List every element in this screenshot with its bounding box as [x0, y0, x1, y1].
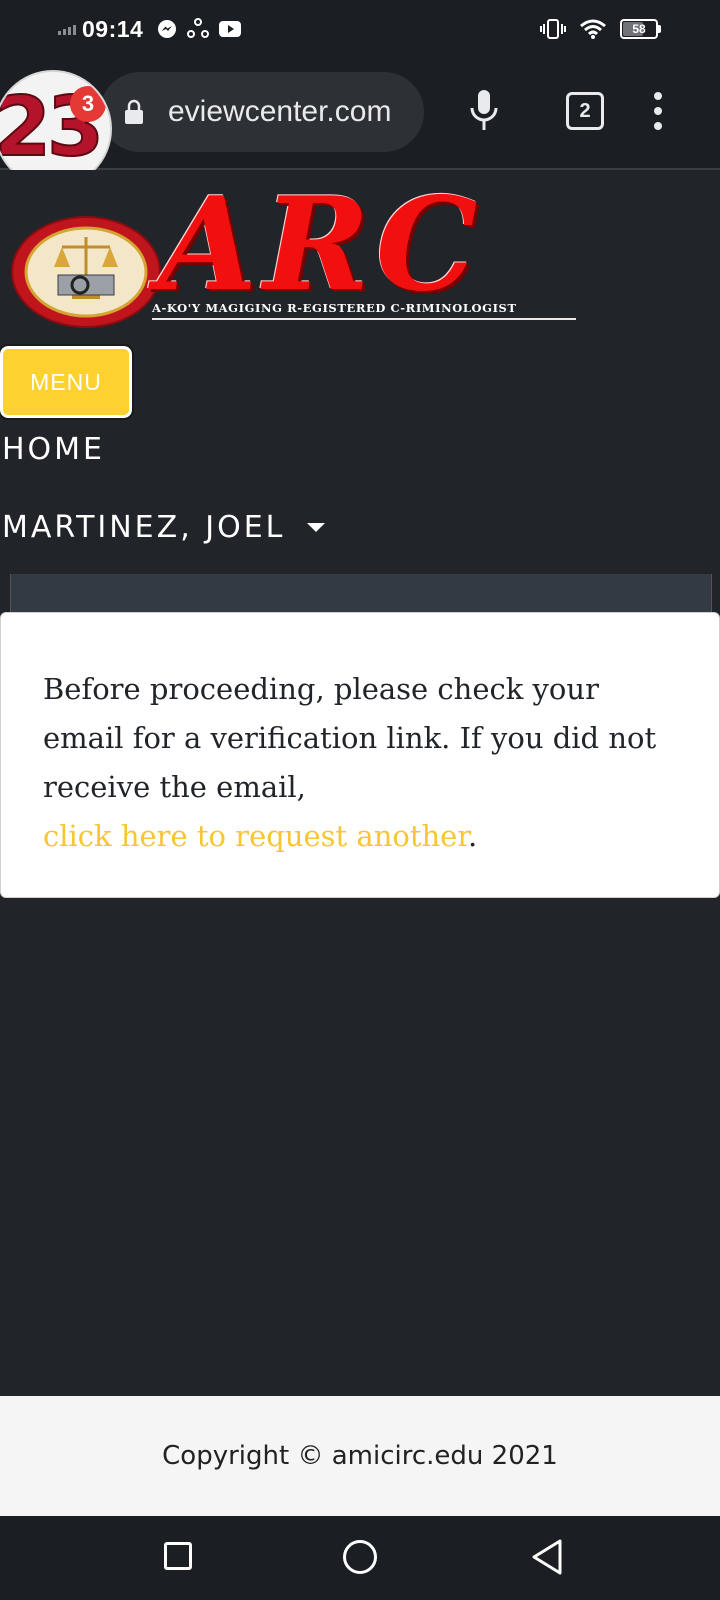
- address-bar[interactable]: eviewcenter.com: [100, 72, 424, 152]
- youtube-icon: [219, 21, 242, 37]
- copyright-text: Copyright © amicirc.edu 2021: [162, 1441, 558, 1471]
- signal-icon: [58, 23, 76, 35]
- tab-switcher-button[interactable]: 2: [566, 92, 604, 130]
- notification-icons: [157, 18, 242, 40]
- url-text: eviewcenter.com: [168, 95, 392, 128]
- caret-down-icon: [307, 523, 326, 532]
- wifi-icon: [580, 19, 606, 39]
- browser-toolbar: eviewcenter.com 23 3 2: [0, 56, 720, 188]
- battery-icon: 58: [620, 19, 661, 39]
- card-body: Before proceeding, please check your ema…: [43, 665, 683, 861]
- status-time: 09:14: [82, 15, 144, 42]
- battery-level: 58: [632, 22, 646, 36]
- status-left: 09:14: [58, 14, 242, 44]
- card-header: [10, 574, 712, 612]
- footer: Copyright © amicirc.edu 2021: [0, 1396, 720, 1516]
- vibrate-icon: [540, 19, 566, 39]
- nav-user-dropdown[interactable]: MARTINEZ, JOEL: [2, 510, 326, 545]
- recent-apps-icon[interactable]: [164, 1542, 192, 1570]
- resend-verification-link[interactable]: click here to request another: [43, 819, 468, 853]
- notification-badge: 3: [70, 86, 106, 122]
- nav-user-label: MARTINEZ, JOEL: [2, 510, 286, 545]
- logo-emblem-icon[interactable]: [10, 215, 162, 329]
- logo-tagline: A-KO'Y MAGIGING R-EGISTERED C-RIMINOLOGI…: [152, 301, 576, 320]
- site-header: ARC A-KO'Y MAGIGING R-EGISTERED C-RIMINO…: [0, 170, 720, 574]
- messenger-icon: [158, 20, 177, 38]
- link-suffix: .: [468, 819, 478, 853]
- android-nav-bar: [0, 1516, 720, 1600]
- lock-icon: [125, 99, 143, 124]
- verification-card: Before proceeding, please check your ema…: [0, 612, 720, 898]
- verification-message: Before proceeding, please check your ema…: [43, 672, 657, 804]
- logo-title[interactable]: ARC: [158, 170, 484, 320]
- back-triangle-icon[interactable]: [530, 1538, 564, 1576]
- menu-button[interactable]: MENU: [0, 344, 134, 420]
- microphone-icon[interactable]: [470, 90, 498, 132]
- status-right: 58: [540, 14, 661, 44]
- sync-icon: [187, 18, 210, 38]
- nav-home-link[interactable]: HOME: [2, 432, 105, 467]
- status-bar: 09:14 58: [0, 0, 720, 56]
- home-circle-icon[interactable]: [343, 1540, 377, 1574]
- more-options-icon[interactable]: [654, 92, 662, 130]
